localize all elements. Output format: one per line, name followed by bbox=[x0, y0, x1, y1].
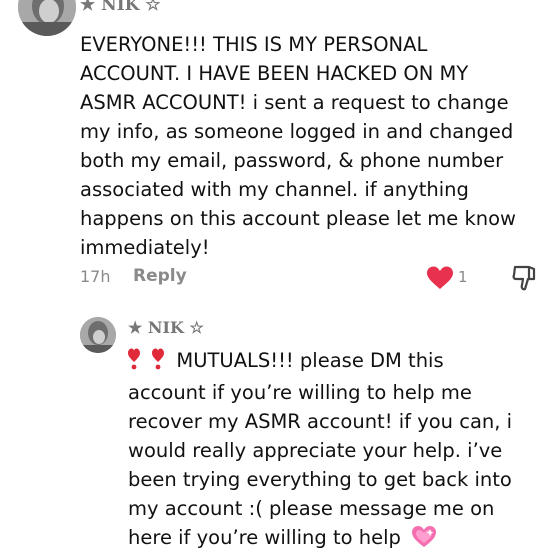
comment-line: associated with my channel. if anything bbox=[80, 178, 469, 201]
comment-line: both my email, password, & phone number bbox=[80, 149, 504, 172]
avatar-photo bbox=[18, 0, 76, 36]
sparkling-heart-icon bbox=[411, 525, 437, 557]
avatar[interactable] bbox=[18, 0, 76, 36]
reply-line: would really appreciate your help. i’ve bbox=[128, 439, 503, 462]
reply-last-line-text: here if you’re willing to help bbox=[128, 526, 401, 549]
like-count: 1 bbox=[458, 268, 468, 286]
heart-exclamation-icon bbox=[152, 348, 165, 378]
reply-avatar[interactable] bbox=[80, 317, 116, 353]
avatar-photo bbox=[80, 317, 116, 353]
reply-line: account if you’re willing to help me bbox=[128, 381, 472, 404]
comment-line: EVERYONE!!! THIS IS MY PERSONAL bbox=[80, 33, 428, 56]
like-button[interactable] bbox=[426, 266, 454, 290]
reply-text: MUTUALS!!! please DM this account if you… bbox=[128, 346, 548, 557]
heart-icon bbox=[427, 266, 453, 289]
reply-button[interactable]: Reply bbox=[133, 266, 187, 286]
reply-first-line-text: MUTUALS!!! please DM this bbox=[176, 349, 444, 372]
reply-line: here if you’re willing to help bbox=[128, 523, 548, 557]
reply-line: been trying everything to get back into bbox=[128, 468, 512, 491]
comment-line: immediately! bbox=[80, 236, 210, 259]
reply-line: MUTUALS!!! please DM this bbox=[128, 346, 548, 378]
reply-username[interactable]: ★ NIK ☆ bbox=[128, 318, 204, 337]
comment-line: my info, as someone logged in and change… bbox=[80, 120, 514, 143]
comment-text: EVERYONE!!! THIS IS MY PERSONAL ACCOUNT.… bbox=[80, 30, 550, 262]
comment-line: ASMR ACCOUNT! i sent a request to change bbox=[80, 91, 509, 114]
comment-timestamp: 17h bbox=[80, 267, 111, 286]
heart-exclamation-icon bbox=[128, 348, 140, 378]
comment-line: happens on this account please let me kn… bbox=[80, 207, 517, 230]
thumbs-down-icon bbox=[512, 265, 536, 291]
reply-line: my account :( please message me on bbox=[128, 497, 495, 520]
comment-line: ACCOUNT. I HAVE BEEN HACKED ON MY bbox=[80, 62, 469, 85]
comment-username[interactable]: ★ NIK ☆ bbox=[80, 0, 161, 15]
dislike-button[interactable] bbox=[512, 264, 538, 292]
reply-line: recover my ASMR account! if you can, i bbox=[128, 410, 513, 433]
